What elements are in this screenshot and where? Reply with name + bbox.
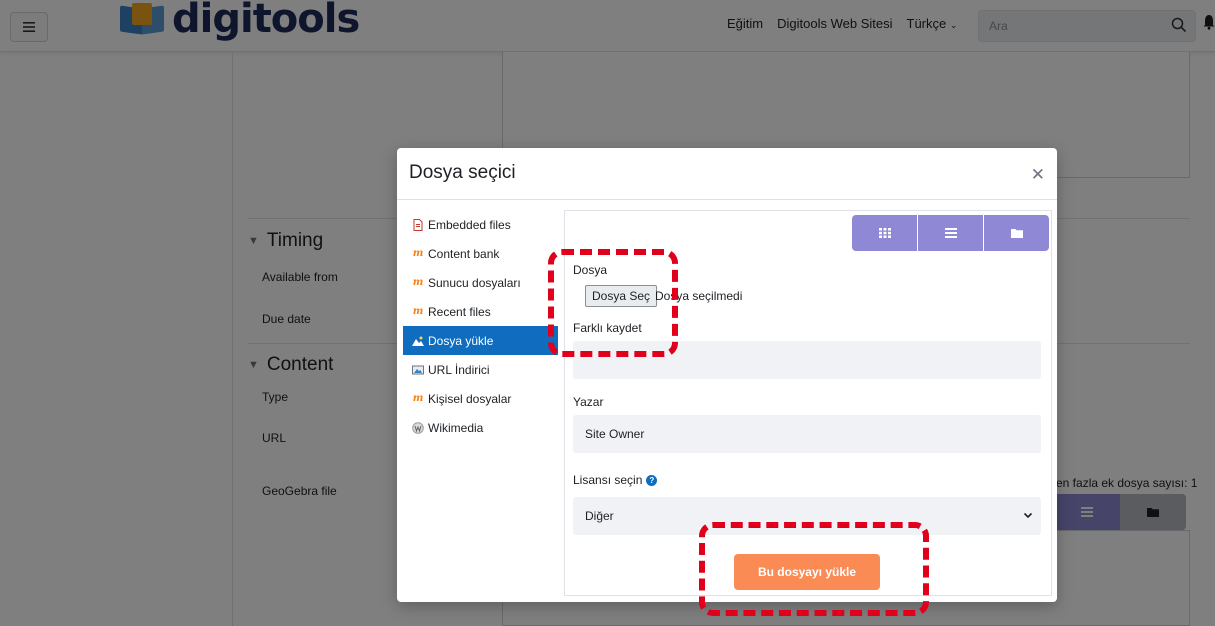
list-icon <box>944 228 957 238</box>
help-icon[interactable]: ? <box>646 475 658 487</box>
modal-header: Dosya seçici ✕ <box>397 148 1057 200</box>
chevron-down-icon <box>1023 509 1033 523</box>
license-label-row: Lisansı seçin? <box>573 473 658 487</box>
license-selected-value: Diğer <box>585 509 614 523</box>
repo-upload-file[interactable]: Dosya yükle <box>403 326 558 355</box>
repo-embedded-files[interactable]: Embedded files <box>403 210 558 239</box>
repo-content-bank[interactable]: m Content bank <box>403 239 558 268</box>
repo-label: Recent files <box>428 304 491 319</box>
folder-icon <box>1010 229 1023 238</box>
modal-title: Dosya seçici <box>409 162 516 183</box>
repo-label: Content bank <box>428 246 500 261</box>
repo-label: Dosya yükle <box>428 333 494 348</box>
icon-view-button[interactable] <box>852 215 917 251</box>
highlight-upload-button <box>699 522 929 616</box>
file-icon <box>412 218 424 231</box>
repo-private-files[interactable]: m Kişisel dosyalar <box>403 384 558 413</box>
view-mode-buttons <box>852 215 1049 251</box>
repo-label: Embedded files <box>428 217 511 232</box>
list-view-button[interactable] <box>918 215 983 251</box>
repo-wikimedia[interactable]: Wikimedia <box>403 413 558 442</box>
moodle-icon: m <box>412 393 424 404</box>
moodle-icon: m <box>412 248 424 259</box>
highlight-file-field <box>548 249 678 357</box>
repo-label: Sunucu dosyaları <box>428 275 521 290</box>
repository-list: Embedded files m Content bank m Sunucu dos… <box>403 210 558 442</box>
repo-recent-files[interactable]: m Recent files <box>403 297 558 326</box>
url-icon <box>412 364 424 376</box>
repo-server-files[interactable]: m Sunucu dosyaları <box>403 268 558 297</box>
author-label: Yazar <box>573 395 604 409</box>
close-icon[interactable]: ✕ <box>1031 166 1045 183</box>
wikimedia-icon <box>412 421 424 434</box>
moodle-icon: m <box>412 306 424 317</box>
repo-label: Kişisel dosyalar <box>428 391 512 406</box>
tree-view-button[interactable] <box>984 215 1049 251</box>
repo-label: URL İndirici <box>428 362 490 377</box>
repo-url-downloader[interactable]: URL İndirici <box>403 355 558 384</box>
moodle-icon: m <box>412 277 424 288</box>
grid-icon <box>878 228 891 238</box>
repo-label: Wikimedia <box>428 420 484 435</box>
author-input[interactable]: Site Owner <box>573 415 1041 453</box>
license-label: Lisansı seçin <box>573 473 643 487</box>
upload-icon <box>412 335 424 347</box>
